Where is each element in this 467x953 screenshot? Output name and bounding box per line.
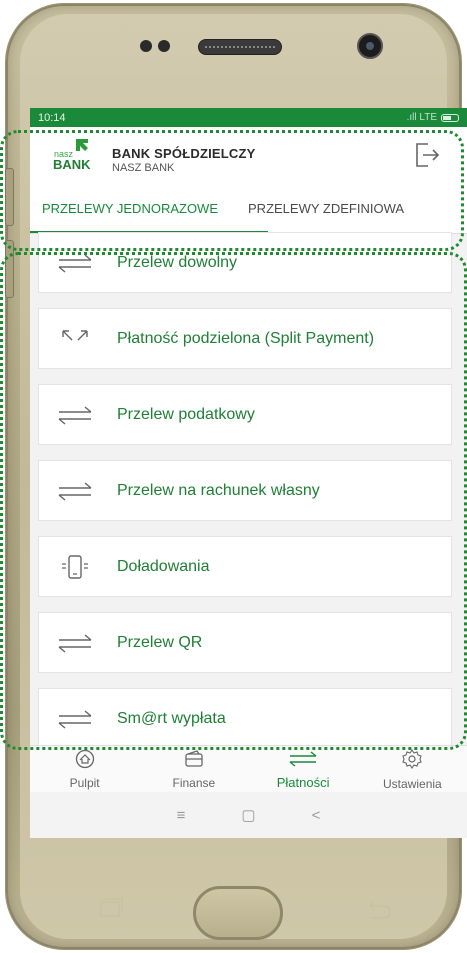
menu-item-doladowania[interactable]: Doładowania bbox=[38, 536, 452, 597]
wallet-icon bbox=[183, 749, 205, 774]
menu-item-przelew-podatkowy[interactable]: Przelew podatkowy bbox=[38, 384, 452, 445]
menu-item-label: Sm@rt wypłata bbox=[117, 709, 226, 727]
nav-platnosci[interactable]: Płatności bbox=[249, 746, 358, 793]
hardware-home-button[interactable] bbox=[193, 886, 283, 940]
sensor-dots bbox=[140, 40, 170, 52]
back-arrow-icon bbox=[364, 898, 394, 920]
menu-item-label: Przelew QR bbox=[117, 633, 203, 651]
status-bar: 10:14 .ıll LTE bbox=[30, 108, 467, 127]
menu-item-przelew-dowolny[interactable]: Przelew dowolny bbox=[38, 232, 452, 293]
menu-item-smart-wyplata[interactable]: Sm@rt wypłata bbox=[38, 688, 452, 749]
earpiece-speaker bbox=[198, 39, 282, 55]
bank-logo: nasz BANK bbox=[52, 137, 102, 173]
bottom-navigation: Pulpit Finanse Płatności Ustawienia bbox=[30, 745, 467, 793]
system-navigation-bar: ≡ ▢ < bbox=[30, 792, 467, 838]
back-chevron-icon[interactable]: < bbox=[312, 807, 321, 824]
nav-ustawienia[interactable]: Ustawienia bbox=[358, 746, 467, 793]
menu-item-przelew-qr[interactable]: Przelew QR bbox=[38, 612, 452, 673]
menu-item-label: Płatność podzielona (Split Payment) bbox=[117, 329, 375, 347]
bank-name-block: BANK SPÓŁDZIELCZY NASZ BANK bbox=[112, 146, 256, 174]
menu-item-przelew-wlasny[interactable]: Przelew na rachunek własny bbox=[38, 460, 452, 521]
front-camera bbox=[357, 33, 383, 59]
menu-lines-icon[interactable]: ≡ bbox=[177, 807, 186, 824]
nav-label: Pulpit bbox=[69, 776, 100, 790]
status-time: 10:14 bbox=[38, 111, 66, 124]
volume-button bbox=[5, 168, 14, 226]
menu-item-split-payment[interactable]: Płatność podzielona (Split Payment) bbox=[38, 308, 452, 369]
transfer-arrows-icon bbox=[57, 479, 93, 503]
app-screen: 10:14 .ıll LTE nasz BANK BANK SPÓŁDZIELC… bbox=[30, 108, 467, 838]
nav-pulpit[interactable]: Pulpit bbox=[30, 746, 139, 793]
transfer-arrows-icon bbox=[57, 251, 93, 275]
tab-przelewy-zdefiniowane[interactable]: PRZELEWY ZDEFINIOWA bbox=[230, 183, 416, 233]
nav-label: Ustawienia bbox=[383, 777, 442, 791]
logout-icon[interactable] bbox=[414, 141, 440, 169]
phone-topup-icon bbox=[57, 554, 93, 579]
menu-item-label: Przelew na rachunek własny bbox=[117, 481, 320, 499]
tab-przelewy-jednorazowe[interactable]: PRZELEWY JEDNORAZOWE bbox=[30, 183, 230, 233]
recent-apps-icon bbox=[98, 898, 124, 920]
nav-label: Płatności bbox=[276, 774, 330, 790]
svg-text:BANK: BANK bbox=[53, 157, 91, 172]
transfer-arrows-icon bbox=[57, 403, 93, 427]
menu-item-label: Doładowania bbox=[117, 557, 210, 575]
home-square-icon[interactable]: ▢ bbox=[241, 806, 255, 824]
signal-lte-indicator: .ıll LTE bbox=[406, 112, 437, 123]
bixby-button bbox=[5, 240, 14, 298]
nav-label: Finanse bbox=[172, 776, 216, 790]
tab-bar: PRZELEWY JEDNORAZOWE PRZELEWY ZDEFINIOWA bbox=[30, 183, 467, 234]
gear-icon bbox=[401, 748, 423, 775]
menu-item-label: Przelew podatkowy bbox=[117, 405, 255, 423]
bank-subtitle: NASZ BANK bbox=[112, 162, 175, 174]
split-arrows-icon bbox=[57, 327, 93, 351]
home-icon bbox=[74, 749, 96, 774]
transfer-arrows-icon bbox=[288, 750, 318, 773]
transfer-arrows-icon bbox=[57, 707, 93, 731]
menu-item-label: Przelew dowolny bbox=[117, 253, 238, 271]
app-header: nasz BANK BANK SPÓŁDZIELCZY NASZ BANK bbox=[30, 127, 467, 183]
bank-title: BANK SPÓŁDZIELCZY bbox=[112, 146, 256, 161]
nav-finanse[interactable]: Finanse bbox=[139, 746, 248, 793]
status-indicators: .ıll LTE bbox=[407, 112, 459, 123]
transfer-arrows-icon bbox=[57, 631, 93, 655]
battery-icon bbox=[441, 113, 459, 122]
